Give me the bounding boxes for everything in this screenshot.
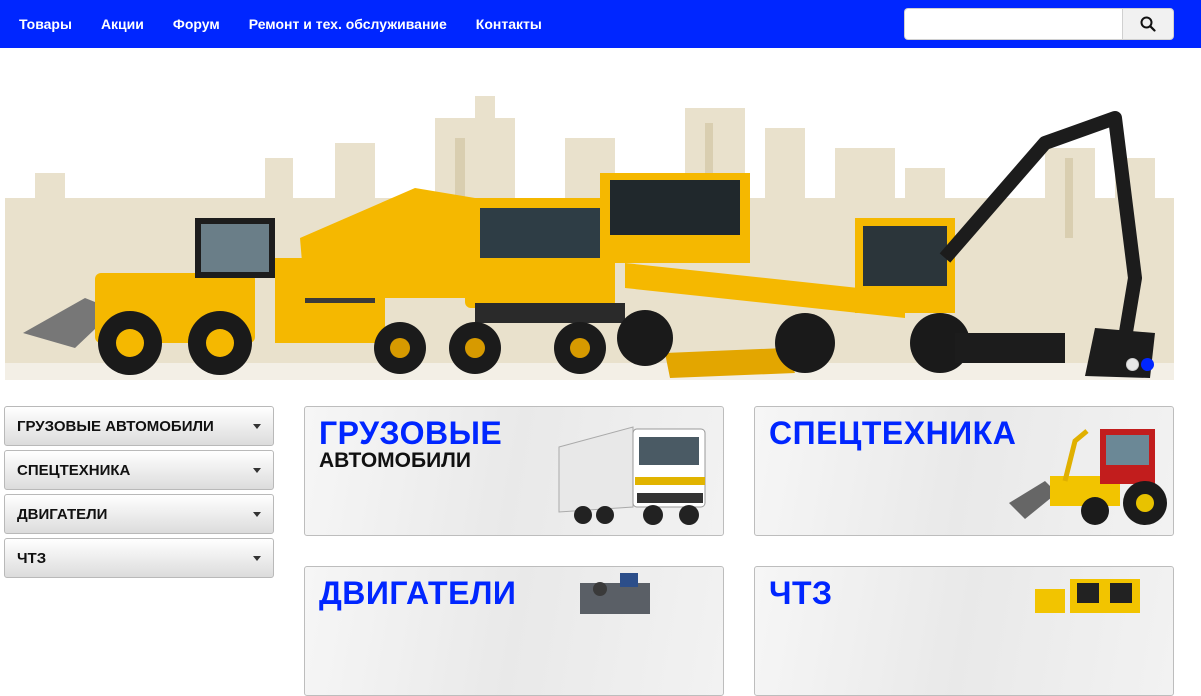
carousel-indicators: [1126, 358, 1154, 371]
hero-banner: [5, 48, 1174, 380]
card-title: Грузовые: [319, 415, 503, 451]
caret-down-icon: [253, 467, 261, 473]
category-card-special-machinery[interactable]: Спецтехника: [754, 406, 1174, 536]
category-card-chtz[interactable]: ЧТЗ: [754, 566, 1174, 696]
sidebar-item-label: ЧТЗ: [17, 549, 47, 567]
caret-down-icon: [253, 423, 261, 429]
sidebar-item-chtz[interactable]: ЧТЗ: [4, 538, 274, 578]
carousel-dot-1[interactable]: [1126, 358, 1139, 371]
sidebar-item-trucks[interactable]: Грузовые автомобили: [4, 406, 274, 446]
caret-down-icon: [253, 511, 261, 517]
search-icon: [1140, 16, 1156, 32]
category-sidebar: Грузовые автомобили Спецтехника Двигател…: [4, 406, 274, 582]
card-title: Спецтехника: [769, 415, 1017, 451]
truck-image: [558, 426, 706, 525]
search-input[interactable]: [904, 8, 1122, 40]
top-navbar: Товары Акции Форум Ремонт и тех. обслужи…: [0, 0, 1201, 48]
card-subtitle: автомобили: [319, 449, 472, 472]
engine-image: [580, 573, 650, 614]
sidebar-item-engines[interactable]: Двигатели: [4, 494, 274, 534]
nav-link-promotions[interactable]: Акции: [101, 16, 144, 32]
category-card-trucks[interactable]: Грузовые автомобили: [304, 406, 724, 536]
sidebar-item-special-machinery[interactable]: Спецтехника: [4, 450, 274, 490]
sidebar-item-label: Грузовые автомобили: [17, 417, 214, 435]
category-card-engines[interactable]: Двигатели: [304, 566, 724, 696]
backhoe-loader-image: [1009, 429, 1167, 525]
card-title: Двигатели: [319, 575, 517, 611]
sidebar-item-label: Двигатели: [17, 505, 108, 523]
nav-link-forum[interactable]: Форум: [173, 16, 220, 32]
caret-down-icon: [253, 555, 261, 561]
card-title: ЧТЗ: [769, 575, 833, 611]
main-nav: Товары Акции Форум Ремонт и тех. обслужи…: [19, 0, 571, 48]
search-form: [904, 8, 1174, 40]
machinery-banner-image: [5, 96, 1174, 380]
nav-link-contacts[interactable]: Контакты: [476, 16, 542, 32]
sidebar-item-label: Спецтехника: [17, 461, 131, 479]
bulldozer-image: [1035, 579, 1140, 613]
search-button[interactable]: [1122, 8, 1174, 40]
nav-link-repair[interactable]: Ремонт и тех. обслуживание: [249, 16, 447, 32]
nav-link-products[interactable]: Товары: [19, 16, 72, 32]
carousel-dot-2[interactable]: [1141, 358, 1154, 371]
